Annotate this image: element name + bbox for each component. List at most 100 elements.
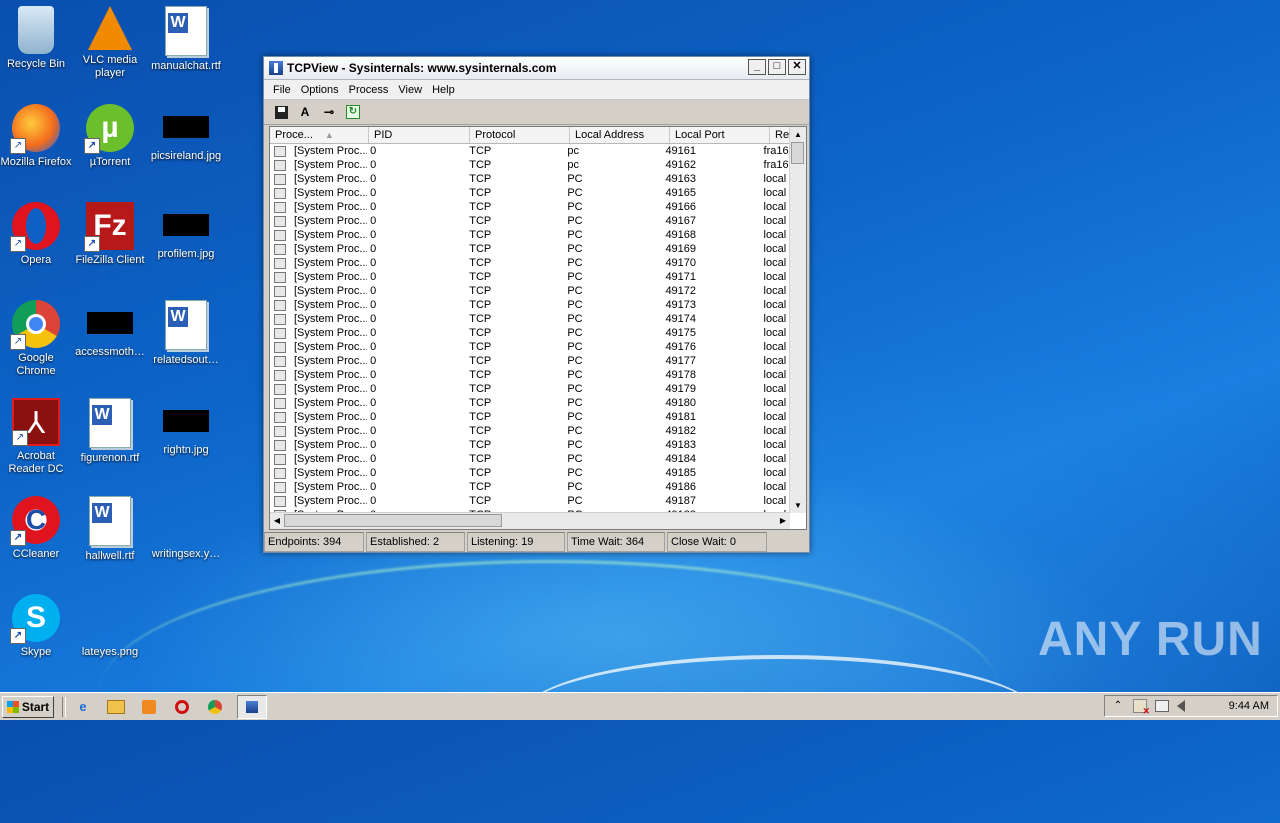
menu-process[interactable]: Process <box>344 84 394 96</box>
refresh-button[interactable]: ↻ <box>344 103 362 121</box>
column-header-pid[interactable]: PID <box>369 127 470 143</box>
table-row[interactable]: [System Proc... 0 TCP PC 49183 local <box>270 438 790 452</box>
column-header-process[interactable]: Proce... ▲ <box>270 127 369 143</box>
minimize-button[interactable]: _ <box>748 59 766 75</box>
opera-quicklaunch[interactable] <box>171 696 193 718</box>
process-name: [System Proc... <box>294 397 368 409</box>
cell-local-port: 49177 <box>665 355 697 367</box>
explorer-quicklaunch[interactable] <box>105 696 127 718</box>
table-row[interactable]: [System Proc... 0 TCP PC 49167 local <box>270 214 790 228</box>
tray-expand-icon[interactable]: ⌃ <box>1111 699 1125 713</box>
shortcut-arrow-icon: ↗ <box>10 530 26 546</box>
close-button[interactable]: ✕ <box>788 59 806 75</box>
table-row[interactable]: [System Proc... 0 TCP PC 49182 local <box>270 424 790 438</box>
table-row[interactable]: [System Proc... 0 TCP PC 49174 local <box>270 312 790 326</box>
volume-icon[interactable] <box>1177 700 1185 712</box>
connections-list[interactable]: Proce... ▲ PID Protocol Local Address Loc… <box>269 126 807 530</box>
menu-help[interactable]: Help <box>427 84 460 96</box>
desktop-icon-filezilla[interactable]: Fz ↗ FileZilla Client <box>72 196 148 267</box>
desktop-icon-label: accessmoth… <box>75 346 145 358</box>
desktop-icon-opera[interactable]: ↗ Opera <box>0 196 74 267</box>
desktop-icon-lateyes[interactable]: lateyes.png <box>72 588 148 659</box>
vertical-scrollbar[interactable]: ▲ ▼ <box>789 127 806 513</box>
desktop-icon-skype[interactable]: S ↗ Skype <box>0 588 74 659</box>
table-row[interactable]: [System Proc... 0 TCP PC 49165 local <box>270 186 790 200</box>
media-player-quicklaunch[interactable] <box>138 696 160 718</box>
column-header-protocol[interactable]: Protocol <box>470 127 570 143</box>
table-row[interactable]: [System Proc... 0 TCP PC 49186 local <box>270 480 790 494</box>
desktop-icon-picsireland[interactable]: picsireland.jpg <box>148 98 224 163</box>
table-row[interactable]: [System Proc... 0 TCP PC 49184 local <box>270 452 790 466</box>
network-icon[interactable] <box>1155 700 1169 712</box>
table-row[interactable]: [System Proc... 0 TCP PC 49180 local <box>270 396 790 410</box>
table-row[interactable]: [System Proc... 0 TCP PC 49178 local <box>270 368 790 382</box>
table-row[interactable]: [System Proc... 0 TCP PC 49170 local <box>270 256 790 270</box>
desktop-icon-chrome[interactable]: ↗ Google Chrome <box>0 294 74 378</box>
desktop-icon-acrobat[interactable]: ⅄ ↗ Acrobat Reader DC <box>0 392 74 476</box>
table-row[interactable]: [System Proc... 0 TCP PC 49181 local <box>270 410 790 424</box>
tcpview-window[interactable]: TCPView - Sysinternals: www.sysinternals… <box>263 56 810 553</box>
desktop-icon-relatedsout[interactable]: W relatedsout… <box>148 294 224 367</box>
title-bar[interactable]: TCPView - Sysinternals: www.sysinternals… <box>264 57 809 80</box>
cell-local-address: PC <box>567 173 583 185</box>
table-row[interactable]: [System Proc... 0 TCP PC 49176 local <box>270 340 790 354</box>
cell-process: [System Proc... <box>270 242 367 256</box>
table-row[interactable]: [System Proc... 0 TCP pc 49161 fra16 <box>270 144 790 158</box>
internet-explorer-quicklaunch[interactable]: e <box>72 696 94 718</box>
table-row[interactable]: [System Proc... 0 TCP pc 49162 fra16 <box>270 158 790 172</box>
desktop-icon-ccleaner[interactable]: C ↗ CCleaner <box>0 490 74 561</box>
desktop-icon-rightn[interactable]: rightn.jpg <box>148 392 224 457</box>
start-button[interactable]: Start <box>2 695 54 718</box>
table-row[interactable]: [System Proc... 0 TCP PC 49179 local <box>270 382 790 396</box>
desktop-icon-utorrent[interactable]: µ ↗ µTorrent <box>72 98 148 169</box>
cell-protocol: TCP <box>469 495 492 507</box>
cell-process: [System Proc... <box>270 410 367 424</box>
cell-pid: 0 <box>370 439 377 451</box>
action-center-flag-icon[interactable] <box>1133 699 1150 717</box>
desktop-icon-vlc[interactable]: VLC media player <box>72 0 148 80</box>
desktop-icon-figurenon[interactable]: W figurenon.rtf <box>72 392 148 465</box>
save-button[interactable] <box>272 103 290 121</box>
menu-options[interactable]: Options <box>296 84 344 96</box>
tcpview-taskbar-button[interactable] <box>237 694 267 719</box>
table-row[interactable]: [System Proc... 0 TCP PC 49185 local <box>270 466 790 480</box>
table-row[interactable]: [System Proc... 0 TCP PC 49177 local <box>270 354 790 368</box>
table-row[interactable]: [System Proc... 0 TCP PC 49163 local <box>270 172 790 186</box>
horizontal-scrollbar[interactable]: ◀ ▶ <box>270 512 790 529</box>
desktop-icon-firefox[interactable]: ↗ Mozilla Firefox <box>0 98 74 169</box>
cell-local-port: 49172 <box>665 285 697 297</box>
desktop-icon-manualchat[interactable]: W manualchat.rtf <box>148 0 224 73</box>
table-row[interactable]: [System Proc... 0 TCP PC 49172 local <box>270 284 790 298</box>
table-row[interactable]: [System Proc... 0 TCP PC 49187 local <box>270 494 790 508</box>
process-icon <box>274 439 286 451</box>
table-row[interactable]: [System Proc... 0 TCP PC 49168 local <box>270 228 790 242</box>
scroll-up-icon[interactable]: ▲ <box>790 127 806 142</box>
chrome-quicklaunch[interactable] <box>204 696 226 718</box>
desktop-icon-writingsex[interactable]: writingsex.y… <box>148 490 224 561</box>
scroll-down-icon[interactable]: ▼ <box>790 498 806 513</box>
desktop-icon-recycle-bin[interactable]: Recycle Bin <box>0 0 74 71</box>
desktop-icon-hallwell[interactable]: W hallwell.rtf <box>72 490 148 563</box>
resolve-addresses-button[interactable]: ⊸ <box>320 103 338 121</box>
desktop-icon-profilem[interactable]: profilem.jpg <box>148 196 224 261</box>
column-header-local-address[interactable]: Local Address <box>570 127 670 143</box>
cell-protocol: TCP <box>469 215 492 227</box>
font-button[interactable]: A <box>296 103 314 121</box>
table-row[interactable]: [System Proc... 0 TCP PC 49175 local <box>270 326 790 340</box>
scroll-thumb[interactable] <box>791 142 804 164</box>
status-established: Established: 2 <box>366 532 465 552</box>
table-row[interactable]: [System Proc... 0 TCP PC 49171 local <box>270 270 790 284</box>
cell-local-address: PC <box>567 411 583 423</box>
menu-file[interactable]: File <box>268 84 296 96</box>
clock[interactable]: 9:44 AM <box>1229 700 1269 712</box>
table-row[interactable]: [System Proc... 0 TCP PC 49173 local <box>270 298 790 312</box>
column-header-local-port[interactable]: Local Port <box>670 127 770 143</box>
maximize-button[interactable]: □ <box>768 59 786 75</box>
table-row[interactable]: [System Proc... 0 TCP PC 49166 local <box>270 200 790 214</box>
scroll-right-icon[interactable]: ▶ <box>776 513 790 528</box>
desktop-icon-accessmoth[interactable]: accessmoth… <box>72 294 148 359</box>
scroll-thumb[interactable] <box>284 514 502 527</box>
scroll-left-icon[interactable]: ◀ <box>270 513 284 528</box>
table-row[interactable]: [System Proc... 0 TCP PC 49169 local <box>270 242 790 256</box>
menu-view[interactable]: View <box>393 84 427 96</box>
